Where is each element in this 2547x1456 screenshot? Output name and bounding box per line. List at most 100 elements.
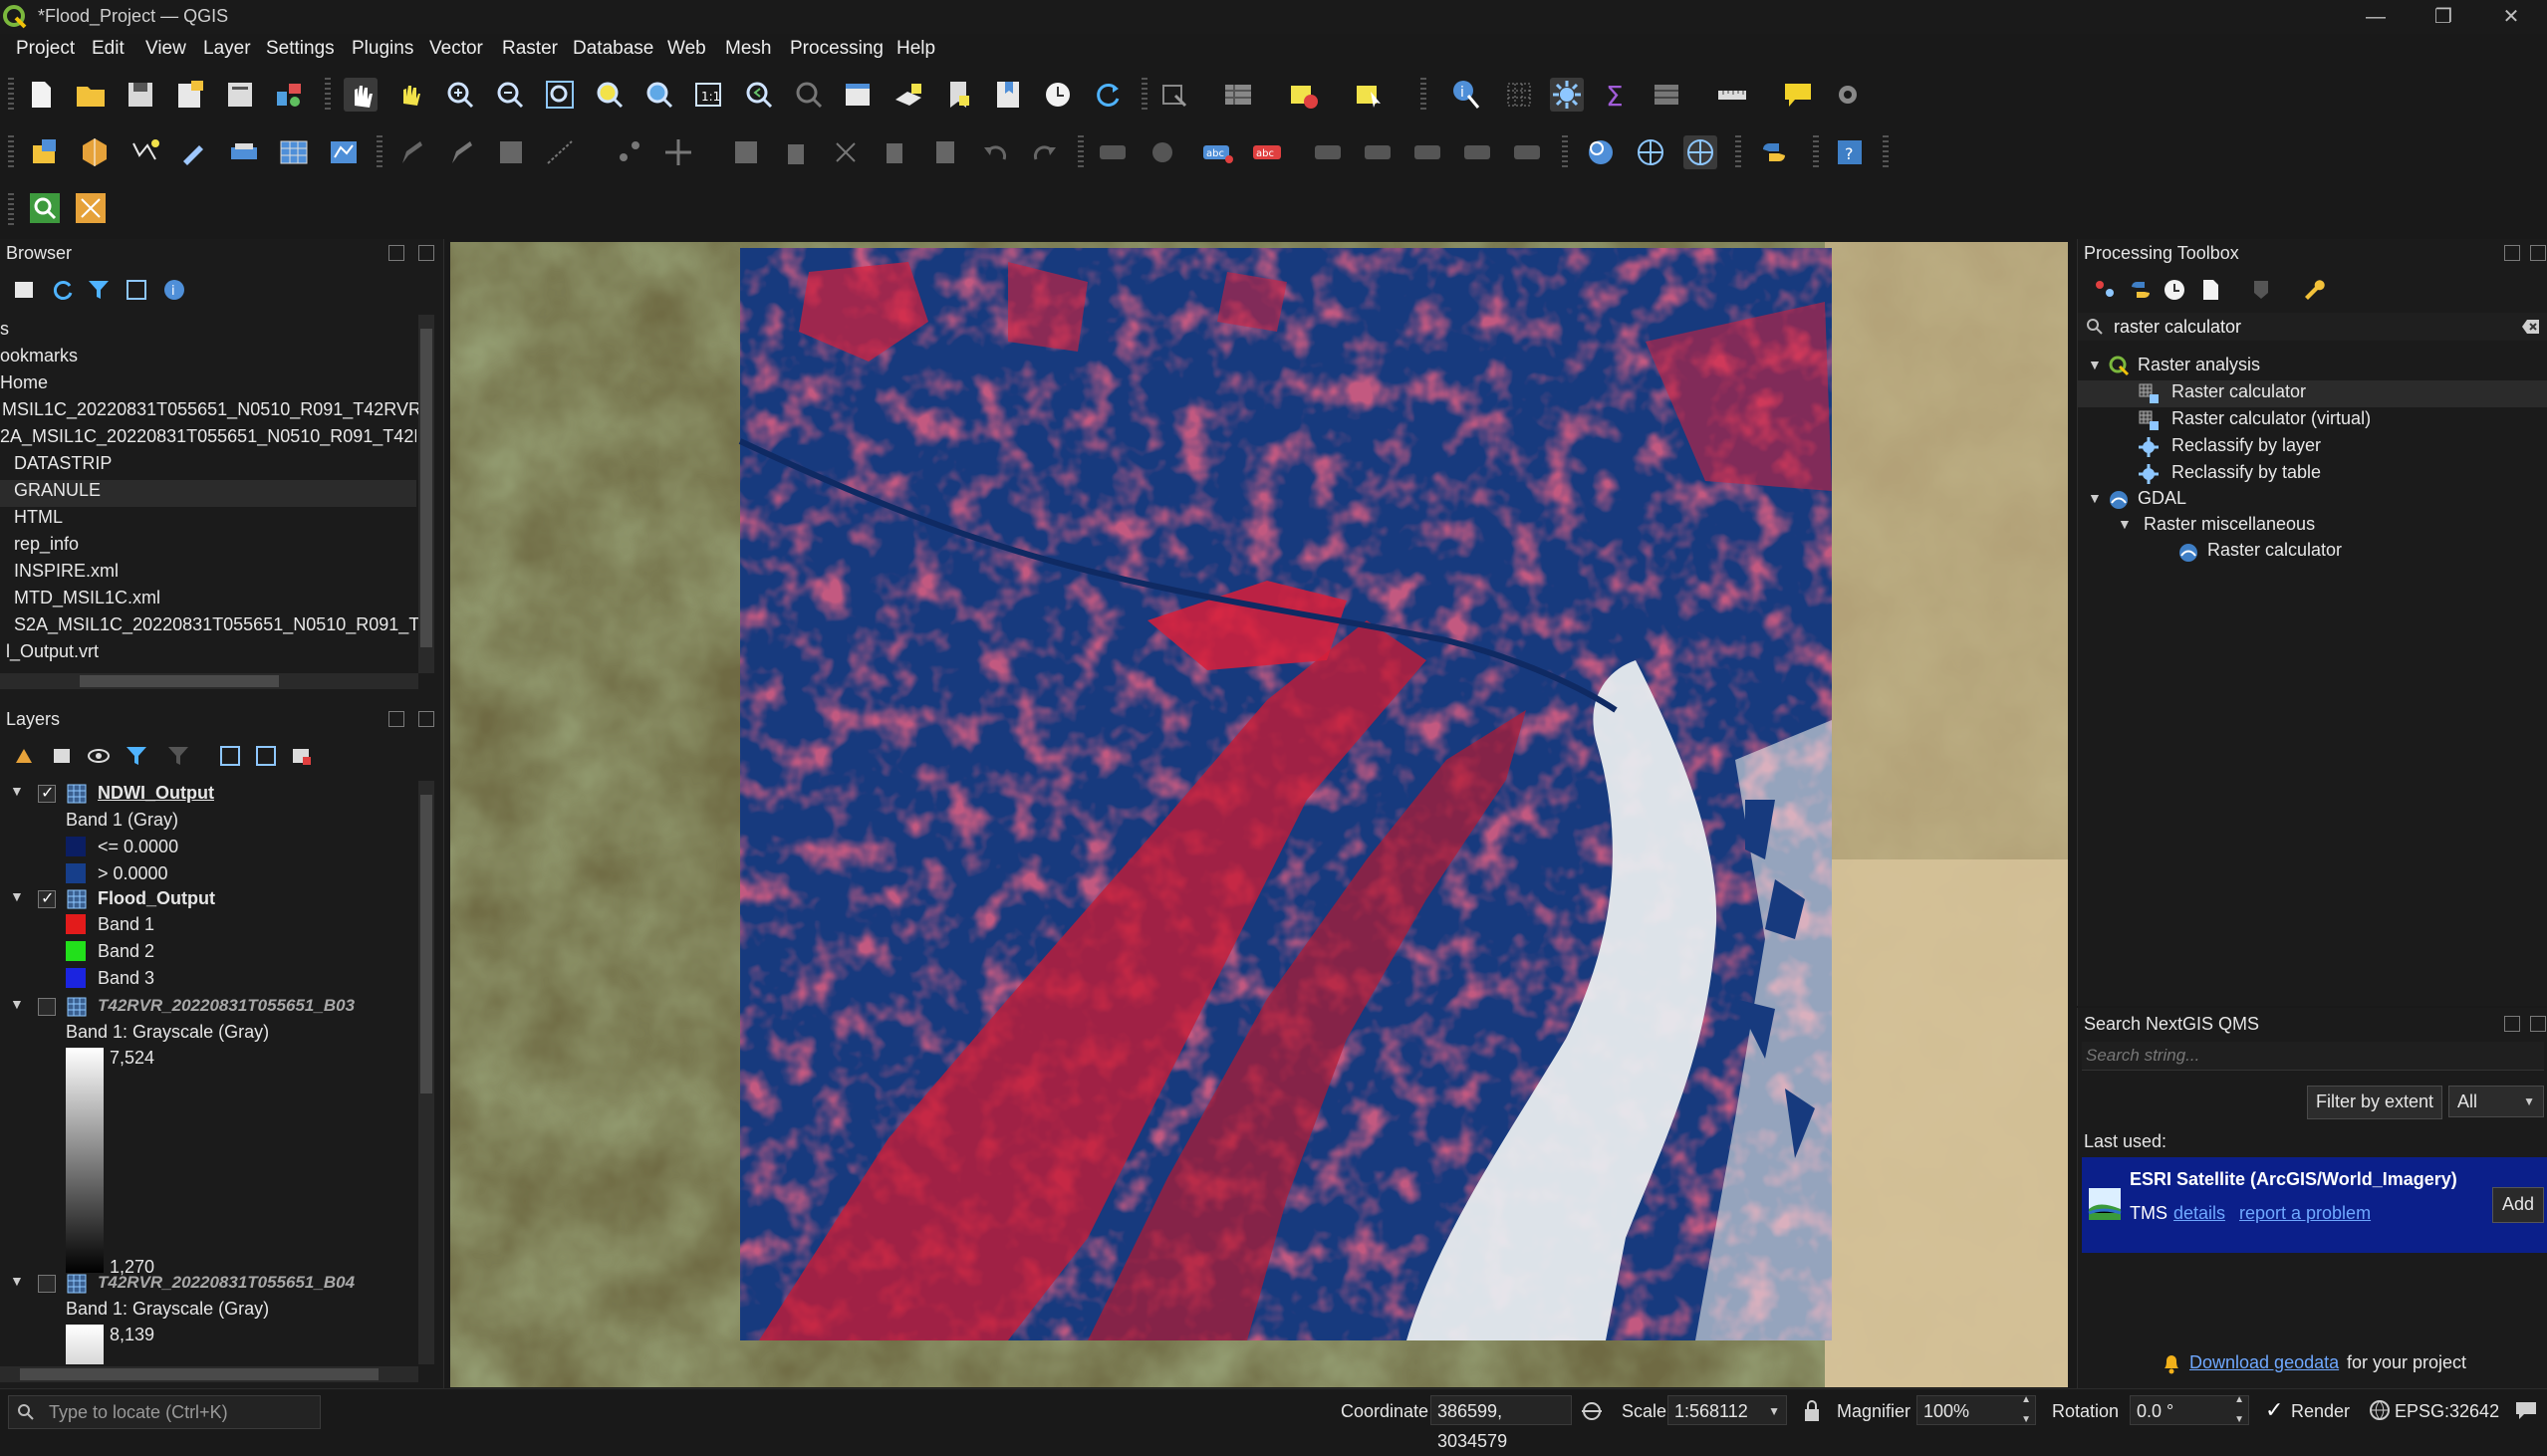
float-panel-button[interactable] bbox=[2504, 245, 2520, 261]
paste-features-icon[interactable] bbox=[928, 135, 962, 169]
group-gdal[interactable]: GDAL bbox=[2138, 488, 2186, 515]
expand-arrow-icon[interactable]: ▼ bbox=[10, 783, 24, 799]
group-raster-analysis[interactable]: Raster analysis bbox=[2138, 355, 2260, 381]
download-geodata-link[interactable]: Download geodata bbox=[2189, 1352, 2339, 1373]
expand-arrow-icon[interactable]: ▼ bbox=[2088, 357, 2102, 372]
map-render[interactable] bbox=[450, 242, 2068, 1387]
highlight-pinned-labels-icon[interactable]: abc bbox=[1201, 135, 1235, 169]
magnifier-spinbox[interactable]: 100% ▲ ▼ bbox=[1916, 1394, 2036, 1425]
menu-view[interactable]: View bbox=[145, 38, 186, 60]
pan-map-icon[interactable] bbox=[344, 78, 378, 112]
close-panel-button[interactable] bbox=[2530, 1016, 2546, 1032]
menu-mesh[interactable]: Mesh bbox=[725, 38, 771, 60]
refresh-icon[interactable] bbox=[1091, 78, 1125, 112]
zoom-to-layer-icon[interactable] bbox=[642, 78, 676, 112]
toolbar-grip[interactable] bbox=[1078, 135, 1084, 169]
browser-item-file[interactable]: MTD_MSIL1C.xml bbox=[14, 588, 430, 614]
browser-item-home[interactable]: Home bbox=[0, 372, 416, 399]
close-panel-button[interactable] bbox=[418, 245, 434, 261]
crs-label[interactable]: EPSG:32642 bbox=[2395, 1401, 2499, 1422]
expand-arrow-icon[interactable]: ▼ bbox=[10, 888, 24, 904]
attribute-table-icon[interactable] bbox=[1650, 78, 1683, 112]
browser-item-folder[interactable]: DATASTRIP bbox=[14, 453, 430, 480]
search-input[interactable]: raster calculator bbox=[2114, 317, 2241, 338]
float-panel-button[interactable] bbox=[388, 711, 404, 727]
redo-icon[interactable] bbox=[1028, 135, 1062, 169]
tool-gdal-raster-calculator[interactable]: Raster calculator bbox=[2207, 540, 2342, 567]
tool-raster-calculator-virtual[interactable]: Raster calculator (virtual) bbox=[2171, 408, 2371, 435]
new-spatial-bookmark-icon[interactable] bbox=[941, 78, 975, 112]
zoom-native-resolution-icon[interactable]: 1:1 bbox=[692, 78, 726, 112]
browser-item-file[interactable]: INSPIRE.xml bbox=[14, 561, 430, 588]
metasearch-icon[interactable] bbox=[1584, 135, 1618, 169]
render-checkbox[interactable]: ✓ bbox=[2265, 1397, 2283, 1423]
add-selected-layers-icon[interactable] bbox=[12, 277, 38, 303]
identify-features-icon[interactable] bbox=[1157, 78, 1191, 112]
open-attribute-table-icon[interactable] bbox=[1221, 78, 1255, 112]
new-temporary-layer-icon[interactable] bbox=[177, 135, 211, 169]
close-panel-button[interactable] bbox=[418, 711, 434, 727]
lock-scale-icon[interactable] bbox=[1803, 1399, 1821, 1423]
browser-item[interactable]: s bbox=[0, 319, 416, 346]
layer-name-b03[interactable]: T42RVR_20220831T055651_B03 bbox=[98, 996, 355, 1016]
toolbar-grip[interactable] bbox=[1735, 135, 1741, 169]
python-scripts-icon[interactable] bbox=[2128, 277, 2154, 303]
layers-horizontal-scrollbar[interactable] bbox=[0, 1366, 418, 1382]
filter-icon[interactable] bbox=[86, 277, 112, 303]
new-virtual-layer-icon[interactable] bbox=[227, 135, 261, 169]
add-raster-layer-icon[interactable] bbox=[277, 135, 311, 169]
python-console-icon[interactable] bbox=[1757, 135, 1791, 169]
layer-visibility-checkbox[interactable]: ✓ bbox=[38, 785, 56, 803]
toolbar-grip[interactable] bbox=[1883, 135, 1889, 169]
temporal-controller-icon[interactable] bbox=[1041, 78, 1075, 112]
measure-line-icon[interactable] bbox=[1715, 78, 1749, 112]
cut-features-icon[interactable] bbox=[829, 135, 863, 169]
layer-styling-icon[interactable] bbox=[12, 743, 38, 769]
layer-diagram-icon[interactable] bbox=[1146, 135, 1179, 169]
toggle-editing-icon[interactable] bbox=[444, 135, 478, 169]
layer-name-flood[interactable]: Flood_Output bbox=[98, 888, 215, 909]
toolbar-grip[interactable] bbox=[1562, 135, 1568, 169]
deselect-features-icon[interactable] bbox=[1287, 78, 1321, 112]
show-hide-labels-icon[interactable] bbox=[1311, 135, 1345, 169]
toolbar-grip[interactable] bbox=[377, 135, 382, 169]
browser-item-folder[interactable]: rep_info bbox=[14, 534, 430, 561]
spinner-arrows-icon[interactable]: ▲ ▼ bbox=[2021, 1390, 2031, 1430]
delete-selected-icon[interactable] bbox=[779, 135, 813, 169]
browser-item-folder[interactable]: HTML bbox=[14, 507, 430, 534]
locator-box[interactable]: Type to locate (Ctrl+K) bbox=[8, 1395, 321, 1429]
map-tips-icon[interactable] bbox=[1781, 78, 1815, 112]
new-print-layout-icon[interactable] bbox=[173, 78, 207, 112]
manage-visibility-icon[interactable] bbox=[86, 743, 112, 769]
menu-raster[interactable]: Raster bbox=[502, 38, 558, 60]
messages-icon[interactable] bbox=[2514, 1399, 2538, 1421]
map-canvas[interactable] bbox=[450, 242, 2068, 1387]
qms-search-input[interactable]: Search string... bbox=[2082, 1042, 2544, 1071]
qms-search-icon[interactable] bbox=[1634, 135, 1667, 169]
maximize-button[interactable]: ❐ bbox=[2419, 2, 2468, 32]
processing-search-box[interactable]: raster calculator bbox=[2078, 313, 2547, 341]
change-label-icon[interactable] bbox=[1460, 135, 1494, 169]
menu-vector[interactable]: Vector bbox=[429, 38, 483, 60]
options-wrench-icon[interactable] bbox=[2299, 277, 2325, 303]
filter-select[interactable]: All ▼ bbox=[2448, 1086, 2544, 1117]
tool-reclassify-by-layer[interactable]: Reclassify by layer bbox=[2171, 435, 2321, 462]
layer-labeling-icon[interactable] bbox=[1096, 135, 1130, 169]
menu-processing[interactable]: Processing bbox=[790, 38, 884, 60]
style-manager-icon[interactable] bbox=[273, 78, 307, 112]
toolbar-grip[interactable] bbox=[1813, 135, 1819, 169]
models-icon[interactable] bbox=[2092, 277, 2118, 303]
menu-layer[interactable]: Layer bbox=[203, 38, 251, 60]
browser-vertical-scrollbar[interactable] bbox=[418, 315, 434, 673]
toolbar-grip[interactable] bbox=[8, 193, 14, 227]
pan-to-selection-icon[interactable] bbox=[393, 78, 427, 112]
zoom-full-icon[interactable] bbox=[543, 78, 577, 112]
new-shapefile-layer-icon[interactable] bbox=[127, 135, 161, 169]
select-features-icon[interactable] bbox=[1353, 78, 1387, 112]
edit-features-in-place-icon[interactable] bbox=[2249, 277, 2275, 303]
menu-help[interactable]: Help bbox=[896, 38, 935, 60]
filter-by-extent-button[interactable]: Filter by extent bbox=[2307, 1086, 2442, 1119]
toolbar-grip[interactable] bbox=[1142, 78, 1147, 112]
modify-attributes-icon[interactable] bbox=[729, 135, 763, 169]
close-button[interactable]: ✕ bbox=[2486, 2, 2536, 32]
